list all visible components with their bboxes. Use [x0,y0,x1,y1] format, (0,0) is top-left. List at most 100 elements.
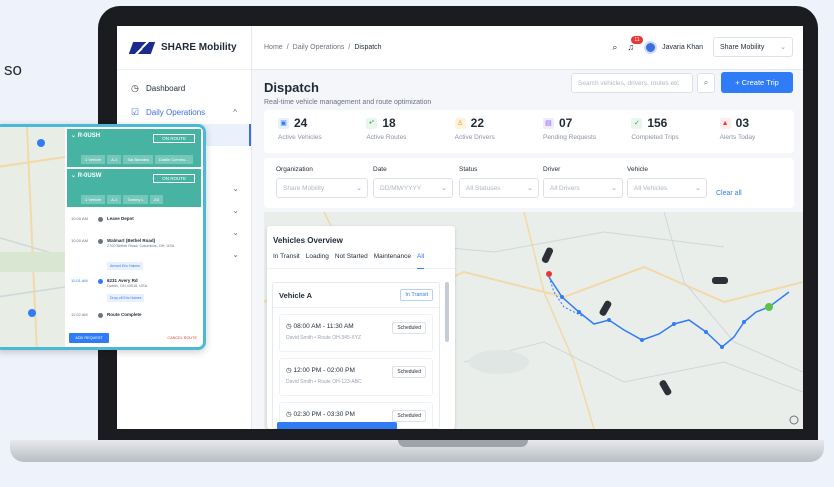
user-name[interactable]: Javaria Khan [662,44,703,51]
sidebar-item-label: Dashboard [146,83,186,93]
sidebar-item-dashboard[interactable]: ◷ Dashboard [117,76,251,100]
create-trip-button[interactable]: + Create Trip [721,72,793,93]
select-value: Share Mobility [283,184,325,192]
vehicle-icon [712,277,728,284]
breadcrumb-dispatch: Dispatch [354,44,382,51]
stats-bar: ▣ 24 Active Vehicles •° 18 Active Routes ♙ 22 Ac… [264,110,794,153]
route-header[interactable]: ⌄ R-0USH ON ROUTE 1 Vehicle A-1 Sal Bana… [67,129,201,167]
stat-card[interactable]: ✓ 156 Completed Trips [617,110,705,153]
chevron-down-icon[interactable]: ⌄ [232,250,239,259]
chevron-down-icon[interactable]: ⌄ [232,228,239,237]
trip-time-text: 08:00 AM - 11:30 AM [293,323,354,330]
filter-label: Date [373,166,387,173]
route-tag: A-1 [107,195,122,204]
stop-item[interactable]: 11:01 AM 6231 Avery Rd Dublin, OH 43016,… [65,275,203,309]
route-icon: •° [366,117,378,129]
chevron-down-icon: ⌄ [695,185,701,192]
breadcrumb-separator: / [286,44,289,51]
filter-label: Vehicle [627,166,648,173]
route-tag: A-1 [107,155,122,164]
search-button[interactable]: ⌕ [697,73,715,93]
stat-value: 07 [558,116,573,130]
origin-pin-icon [546,271,552,277]
tab-in-transit[interactable]: In Transit [273,253,300,268]
chevron-down-icon: ⌄ [780,44,786,51]
chevron-down-icon[interactable]: ⌄ [232,184,239,193]
brand-logo[interactable]: SHARE Mobility [117,26,251,70]
breadcrumb-daily-operations[interactable]: Daily Operations [293,44,345,51]
trip-details: David Smith • Route OH-345-XYZ [286,335,362,341]
checklist-icon: ☑ [131,106,140,117]
vehicle-select[interactable]: All Vehicles ⌄ [627,178,707,198]
trip-details: David Smith • Route OH-123-ABC [286,379,362,385]
trip-time-text: 02:30 PM - 03:30 PM [293,411,355,418]
bell-icon[interactable]: ♫ 11 [627,36,643,52]
trip-item[interactable]: ◷ 12:00 PM - 02:00 PM David Smith • Rout… [279,358,433,396]
route-status: ON ROUTE [153,174,195,183]
date-input[interactable]: DD/MM/YYYY ⌄ [373,178,453,198]
route-status: ON ROUTE [153,134,195,143]
route-tag: 2/3 [149,195,164,204]
filter-status: Status All Statuses ⌄ [459,166,539,198]
stop-item[interactable]: 11:02 AM Route Complete [65,309,203,331]
chevron-down-icon[interactable]: ⌄ [232,206,239,215]
tab-not-started[interactable]: Not Started [335,253,368,268]
stop-dot-icon [98,313,103,318]
cancel-route-link[interactable]: CANCEL ROUTE [167,336,197,340]
select-value: All Statuses [466,184,501,192]
vehicles-overview-panel: Vehicles Overview In Transit Loading Not… [267,226,455,429]
stat-card[interactable]: ▲ 03 Alerts Today [706,110,794,153]
filters-panel: Organization Share Mobility ⌄ Date DD/MM/… [264,158,794,208]
trip-item[interactable]: ◷ 08:00 AM - 11:30 AM David Smith • Rout… [279,314,433,352]
vehicles-overview-title: Vehicles Overview [273,236,343,245]
stop-name: 6231 Avery Rd [107,278,138,283]
search-input[interactable]: Search vehicles, drivers, routes etc [571,73,693,93]
company-select[interactable]: Share Mobility ⌄ [713,37,793,57]
stop-name: Route Complete [107,312,142,317]
destination-pin-icon [765,303,773,311]
search-icon[interactable]: ⌕ [612,42,617,53]
vehicle-card[interactable]: Vehicle A In Transit ◷ 08:00 AM - 11:30 … [272,282,440,429]
chevron-up-icon: ^ [233,107,237,117]
tab-loading[interactable]: Loading [306,253,329,268]
tab-maintenance[interactable]: Maintenance [374,253,411,268]
stop-name: Leave Depot [107,216,134,221]
laptop-notch [398,440,528,447]
check-icon: ✓ [631,117,643,129]
avatar[interactable] [644,40,658,54]
select-value: All Drivers [550,184,580,192]
stat-card[interactable]: ▤ 07 Pending Requests [529,110,617,153]
stat-value: 24 [294,116,308,130]
route-header[interactable]: ⌄ R-0USW ON ROUTE 1 Vehicle A-1 Tammy L … [67,169,201,207]
stop-item[interactable]: 10:00 AM Leave Depot [65,213,203,235]
mobile-map[interactable] [0,127,66,347]
stat-card[interactable]: ▣ 24 Active Vehicles [264,110,352,153]
stat-label: Completed Trips [631,134,679,141]
tab-all[interactable]: All [417,253,425,269]
add-request-button[interactable]: ADD REQUEST [69,333,109,343]
clear-all-link[interactable]: Clear all [716,190,742,197]
stat-label: Alerts Today [719,134,756,141]
stat-card[interactable]: •° 18 Active Routes [352,110,440,153]
organization-select[interactable]: Share Mobility ⌄ [276,178,368,198]
stop-time: 10:00 AM [71,238,88,243]
breadcrumb-separator: / [348,44,351,51]
sidebar-item-daily-operations[interactable]: ☑ Daily Operations ^ [117,100,251,124]
filter-label: Status [459,166,478,173]
breadcrumb-home[interactable]: Home [264,44,283,51]
panel-action-button[interactable] [277,422,397,429]
stat-card[interactable]: ♙ 22 Active Drivers [441,110,529,153]
stop-item[interactable]: 10:00 AM Walmart (Bethel Road) 2700 Beth… [65,235,203,275]
stop-time: 10:00 AM [71,216,88,221]
driver-select[interactable]: All Drivers ⌄ [543,178,623,198]
scheduled-badge: Scheduled [392,410,426,422]
top-bar: Home / Daily Operations / Dispatch ⌕ ♫ 11… [252,26,803,70]
vehicle-card-header: Vehicle A In Transit [273,283,439,308]
chevron-down-icon: ⌄ [356,185,362,192]
stat-top: •° 18 [366,116,440,130]
status-badge: In Transit [400,289,433,301]
status-select[interactable]: All Statuses ⌄ [459,178,539,198]
panel-scrollbar[interactable] [445,282,449,342]
stat-label: Pending Requests [542,134,597,141]
bus-icon: ▣ [278,117,289,129]
